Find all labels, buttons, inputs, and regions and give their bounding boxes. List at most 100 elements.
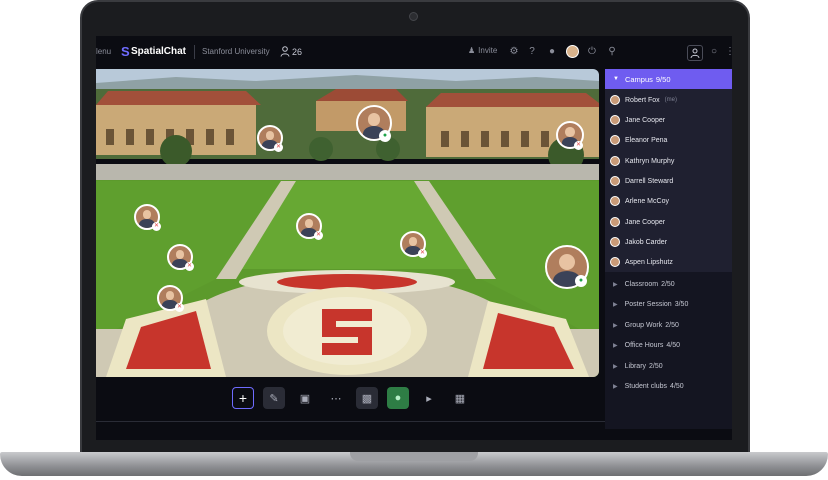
people-panel-toggle[interactable]: [687, 45, 703, 61]
member-item[interactable]: Jane Cooper: [610, 213, 665, 231]
muted-icon: ✕: [152, 222, 161, 231]
member-name: Kathryn Murphy: [625, 157, 675, 165]
caret-right-icon: ▶: [613, 383, 618, 390]
room-campus[interactable]: ▼ Campus 9/50: [605, 69, 732, 89]
room-classroom[interactable]: ▶ Classroom 2/50: [613, 275, 675, 293]
room-count: 3/50: [674, 300, 689, 308]
invite-label: Invite: [478, 46, 498, 55]
mic-on-icon: ●: [575, 275, 587, 287]
member-item[interactable]: Kathryn Murphy: [610, 152, 674, 170]
muted-icon: ✕: [175, 303, 184, 312]
member-name: Jane Cooper: [625, 218, 666, 226]
member-item[interactable]: Aspen Lipshutz: [610, 253, 673, 271]
campus-aerial-image: [96, 69, 599, 377]
power-icon[interactable]: ⏻: [586, 46, 598, 58]
avatar: [610, 156, 620, 166]
app-name: SpatialChat: [131, 46, 187, 57]
invite-button[interactable]: ♟ Invite: [468, 46, 497, 55]
person-icon: [690, 48, 700, 59]
member-name: Jane Cooper: [625, 116, 666, 124]
microphone-icon: ●: [394, 392, 402, 404]
muted-icon: ✕: [418, 249, 427, 258]
apps-grid-icon: ▦: [454, 392, 466, 405]
chat-button[interactable]: ⋯: [325, 387, 347, 409]
caret-down-icon: ▼: [613, 76, 619, 82]
member-name: Darrell Steward: [625, 177, 674, 185]
member-item[interactable]: Robert Fox (me): [610, 91, 677, 109]
camera-button[interactable]: ▩: [356, 387, 378, 409]
member-item[interactable]: Jakob Carder: [610, 233, 667, 251]
room-name: Campus: [624, 74, 653, 84]
member-name: Eleanor Pena: [625, 136, 668, 144]
campus-map[interactable]: ● ✕ ✕ ✕ ✕ ✕ ✕ ● ✕: [96, 69, 599, 377]
room-poster-session[interactable]: ▶ Poster Session 3/50: [613, 295, 688, 313]
room-name: Poster Session: [624, 300, 672, 308]
topbar-divider: [194, 45, 195, 59]
laptop-frame: lenu S SpatialChat Stanford University 2…: [0, 0, 828, 480]
caret-right-icon: ▶: [613, 322, 618, 329]
apps-button[interactable]: ▦: [449, 387, 471, 409]
settings-icon[interactable]: ⚙: [508, 46, 520, 58]
laptop-notch: [350, 452, 478, 461]
avatar: [610, 115, 620, 125]
member-item[interactable]: Darrell Steward: [610, 172, 673, 190]
user-count: 26: [292, 47, 303, 57]
avatar: [610, 196, 620, 206]
room-student-clubs[interactable]: ▶ Student clubs 4/50: [613, 377, 684, 395]
member-name: Arlene McCoy: [625, 197, 669, 205]
screen-share-icon: ▣: [299, 392, 311, 405]
member-item[interactable]: Jane Cooper: [610, 111, 665, 129]
room-count: 4/50: [670, 382, 684, 390]
muted-icon: ✕: [185, 262, 194, 271]
caret-right-icon: ▶: [613, 363, 618, 370]
rooms-sidebar: ▼ Campus 9/50 Robert Fox (me) Jane Cooper…: [605, 69, 732, 429]
room-count: 9/50: [655, 74, 671, 84]
add-button[interactable]: +: [232, 387, 254, 409]
avatar: [610, 95, 620, 105]
member-name: Jakob Carder: [625, 238, 668, 246]
menu-button[interactable]: lenu: [96, 47, 111, 56]
chat-bubble-icon[interactable]: ○: [708, 46, 720, 58]
room-count: 2/50: [649, 362, 663, 370]
plus-icon: +: [238, 390, 248, 406]
muted-icon: ✕: [274, 143, 283, 152]
room-name: Group Work: [624, 321, 663, 329]
top-bar: lenu S SpatialChat Stanford University 2…: [96, 36, 732, 69]
webcam: [409, 12, 418, 21]
speaker-button[interactable]: ▸: [418, 387, 440, 409]
more-icon[interactable]: ⋮: [724, 46, 732, 58]
member-item[interactable]: Arlene McCoy: [610, 192, 669, 210]
member-name: Robert Fox: [625, 96, 660, 104]
bottom-toolbar: + ✎ ▣ ⋯ ▩ ● ▸ ▦: [232, 387, 471, 409]
room-library[interactable]: ▶ Library 2/50: [613, 357, 663, 375]
chat-icon: ⋯: [330, 392, 342, 405]
room-office-hours[interactable]: ▶ Office Hours 4/50: [613, 336, 680, 354]
caret-right-icon: ▶: [613, 301, 618, 308]
caret-right-icon: ▶: [613, 281, 618, 288]
pencil-icon: ✎: [269, 392, 279, 405]
room-name: Library: [624, 362, 647, 370]
help-icon[interactable]: ?: [526, 46, 538, 58]
room-count: 2/50: [665, 321, 679, 329]
draw-button[interactable]: ✎: [263, 387, 285, 409]
room-group-work[interactable]: ▶ Group Work 2/50: [613, 316, 679, 334]
room-name: Office Hours: [624, 341, 664, 349]
mic-button[interactable]: ●: [387, 387, 409, 409]
room-name: Student clubs: [624, 382, 668, 390]
muted-icon: ✕: [574, 141, 583, 150]
search-icon[interactable]: ⚲: [606, 46, 618, 58]
avatar: [610, 257, 620, 267]
member-item[interactable]: Eleanor Pena: [610, 131, 667, 149]
caret-right-icon: ▶: [613, 342, 618, 349]
camera-off-icon: ▩: [361, 392, 373, 405]
mic-on-icon: ●: [379, 130, 391, 142]
spatialchat-logo-icon: S: [121, 44, 130, 59]
add-user-icon: ♟: [468, 46, 476, 55]
screen-share-button[interactable]: ▣: [294, 387, 316, 409]
users-icon: [280, 46, 290, 57]
avatar: [610, 237, 620, 247]
member-list: Robert Fox (me) Jane Cooper Eleanor Pena …: [605, 89, 732, 272]
org-name: Stanford University: [202, 47, 270, 56]
notification-icon[interactable]: ●: [546, 46, 558, 58]
my-avatar[interactable]: [566, 45, 579, 58]
